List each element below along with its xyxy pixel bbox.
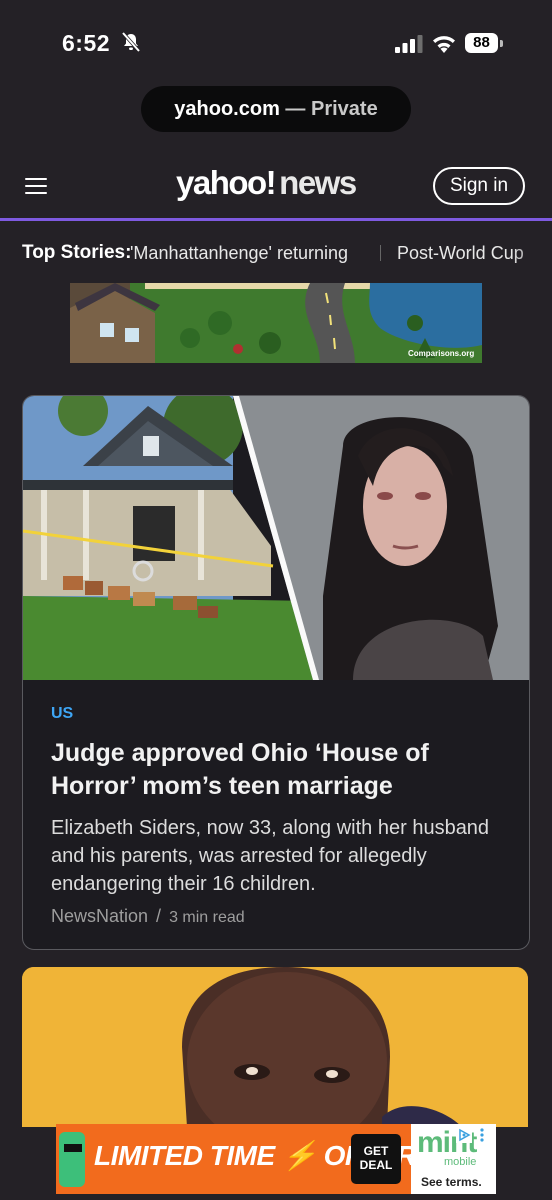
article-image[interactable] (22, 967, 528, 1127)
yahoo-news-logo[interactable]: yahoo! news (176, 164, 357, 202)
cellular-signal-icon (395, 35, 423, 53)
see-terms-link[interactable]: See terms. (421, 1175, 482, 1189)
address-domain: yahoo.com (174, 98, 280, 120)
mint-mobile-logo[interactable]: mint mobile See terms. (411, 1124, 496, 1194)
ad-source: Comparisons.org (408, 349, 474, 358)
status-bar: 6:52 88 (0, 0, 552, 80)
private-mode-label: Private (310, 98, 378, 120)
top-stories-label: Top Stories: (22, 242, 132, 263)
lightning-icon: ⚡ (281, 1140, 317, 1171)
top-stories-bar: Top Stories: 'Manhattanhenge' returning … (0, 221, 552, 283)
article-category[interactable]: US (51, 705, 73, 723)
ad-mascot-icon (56, 1124, 92, 1194)
article-read-time: 3 min read (169, 909, 245, 926)
bell-muted-icon (121, 31, 141, 53)
top-story-link[interactable]: Post-World Cup (397, 243, 524, 264)
bottom-banner-ad[interactable]: LIMITED TIME ⚡ OFFER GETDEAL mint mobile… (56, 1124, 496, 1194)
article-image[interactable] (23, 396, 529, 680)
article-source: NewsNation (51, 906, 149, 926)
adchoices-icon[interactable] (456, 1127, 472, 1143)
menu-icon[interactable] (25, 178, 47, 196)
top-story-link[interactable]: 'Manhattanhenge' returning (130, 243, 348, 264)
get-deal-button[interactable]: GET DEAL (351, 1134, 401, 1184)
article-summary: Elizabeth Siders, now 33, along with her… (51, 817, 490, 895)
ad-options-icon[interactable] (479, 1127, 485, 1143)
divider (380, 245, 381, 261)
sign-in-button[interactable]: Sign in (433, 167, 525, 205)
article-meta: NewsNation/3 min read (51, 906, 245, 926)
article-card[interactable]: US Judge approved Ohio ‘House of Horror’… (22, 395, 530, 950)
article-headline[interactable]: Judge approved Ohio ‘House of Horror’ mo… (51, 737, 491, 803)
advertisement-image[interactable]: Comparisons.org (70, 283, 482, 363)
wifi-icon (433, 36, 455, 53)
status-time: 6:52 (62, 30, 111, 56)
battery-icon: 88 (465, 33, 505, 55)
address-separator: — (279, 98, 311, 120)
site-header: yahoo! news Sign in (0, 150, 552, 221)
battery-level: 88 (465, 33, 498, 53)
address-bar[interactable]: yahoo.com — Private (141, 86, 411, 132)
